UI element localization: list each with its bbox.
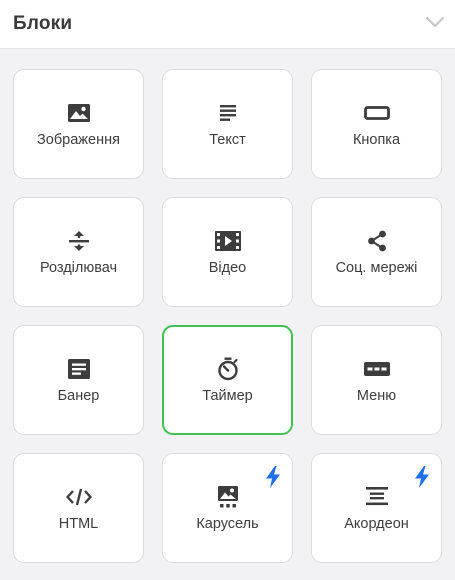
blocks-grid: Зображення Текст Кнопка Розділювач Відео…	[13, 69, 442, 563]
block-tile-banner[interactable]: Банер	[13, 325, 144, 435]
accordion-icon	[364, 484, 390, 510]
block-tile-timer[interactable]: Таймер	[162, 325, 293, 435]
lightning-icon	[265, 466, 281, 488]
block-label: Таймер	[202, 388, 253, 404]
text-lines-icon	[215, 100, 241, 126]
block-tile-html[interactable]: HTML	[13, 453, 144, 563]
block-tile-button[interactable]: Кнопка	[311, 69, 442, 179]
share-icon	[364, 228, 390, 254]
video-icon	[214, 228, 241, 254]
block-label: Текст	[209, 132, 246, 148]
image-icon	[66, 100, 92, 126]
block-tile-social[interactable]: Соц. мережі	[311, 197, 442, 307]
code-icon	[65, 484, 92, 510]
timer-icon	[215, 356, 241, 382]
block-label: Кнопка	[352, 132, 401, 148]
block-tile-image[interactable]: Зображення	[13, 69, 144, 179]
block-tile-divider[interactable]: Розділювач	[13, 197, 144, 307]
divider-icon	[66, 228, 92, 254]
block-tile-video[interactable]: Відео	[162, 197, 293, 307]
block-label: HTML	[58, 516, 99, 532]
banner-icon	[66, 356, 92, 382]
block-label: Зображення	[37, 132, 120, 148]
collapse-button[interactable]	[423, 12, 447, 32]
block-label: Карусель	[196, 516, 259, 532]
chevron-down-icon	[425, 16, 445, 28]
carousel-icon	[215, 484, 241, 510]
block-label: Розділювач	[39, 260, 118, 276]
block-label: Відео	[208, 260, 247, 276]
lightning-icon	[414, 466, 430, 488]
block-label: Акордеон	[344, 516, 409, 532]
block-tile-menu[interactable]: Меню	[311, 325, 442, 435]
block-label: Соц. мережі	[335, 260, 418, 276]
menu-icon	[363, 356, 390, 382]
block-tile-accordion[interactable]: Акордеон	[311, 453, 442, 563]
block-tile-carousel[interactable]: Карусель	[162, 453, 293, 563]
panel-title: Блоки	[13, 13, 73, 34]
block-tile-text[interactable]: Текст	[162, 69, 293, 179]
panel-header: Блоки	[0, 0, 455, 49]
button-icon	[363, 100, 390, 126]
block-label: Банер	[57, 388, 100, 404]
block-label: Меню	[356, 388, 397, 404]
